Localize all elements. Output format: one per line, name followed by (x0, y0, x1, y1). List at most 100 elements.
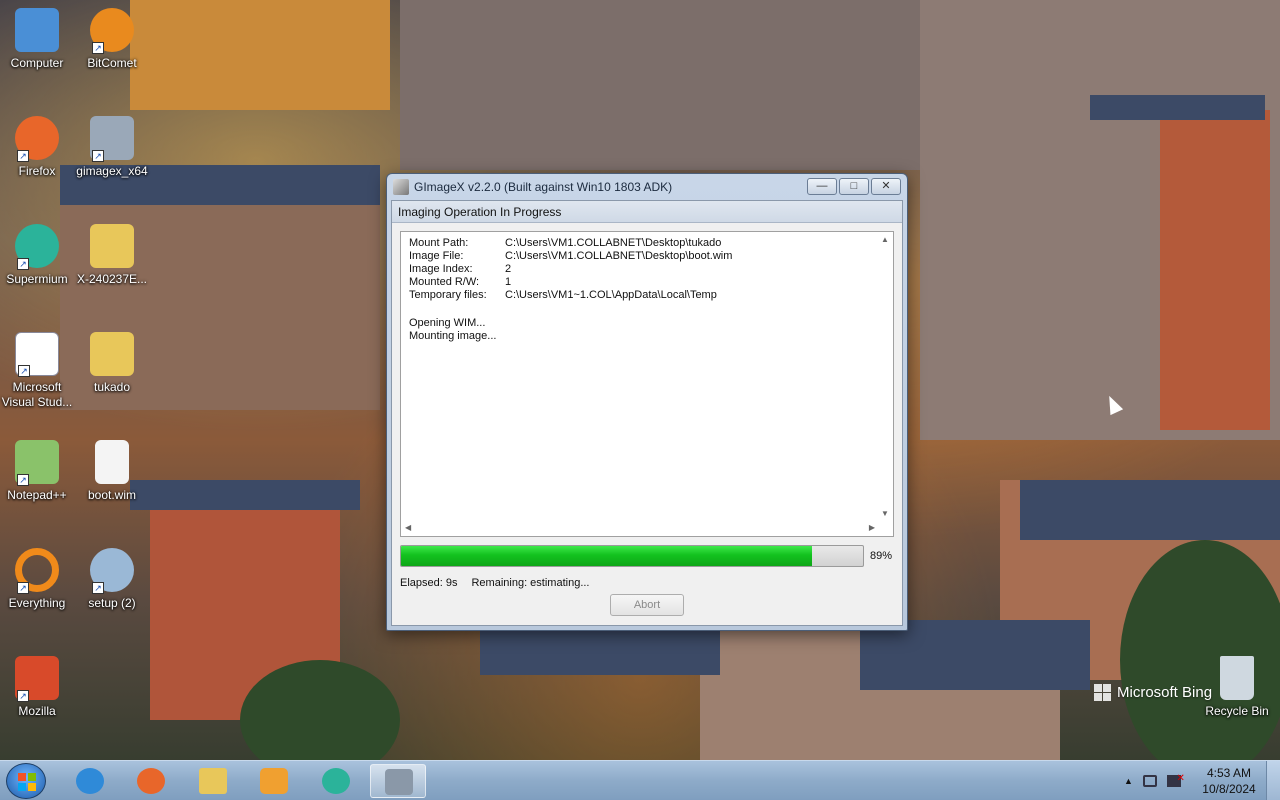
vertical-scrollbar[interactable]: ▲ ▼ (877, 232, 893, 521)
start-button[interactable] (6, 763, 46, 799)
notepadpp-icon: ↗ (15, 440, 59, 486)
desktop-icon-visual-studio[interactable]: ↗ Microsoft Visual Stud... (0, 332, 74, 410)
gimagex-icon: ↗ (90, 116, 134, 162)
scroll-right-icon[interactable]: ▶ (869, 523, 875, 532)
progress-bar (400, 545, 864, 567)
ie-icon (76, 768, 104, 794)
scroll-up-icon[interactable]: ▲ (881, 235, 889, 244)
scroll-left-icon[interactable]: ◀ (405, 523, 411, 532)
remaining-time: Remaining: estimating... (471, 577, 590, 589)
shortcut-arrow-icon: ↗ (92, 150, 104, 162)
folder-icon (90, 332, 134, 376)
desktop-icon-gimagex[interactable]: ↗ gimagex_x64 (75, 116, 149, 179)
desktop-icon-label: Recycle Bin (1205, 704, 1269, 718)
desktop-icon-folder-x240237e[interactable]: X-240237E... (75, 224, 149, 287)
clock-time: 4:53 AM (1206, 766, 1252, 780)
wallpaper-roof (1090, 95, 1265, 120)
taskbar-item-firefox[interactable] (123, 764, 179, 798)
taskbar-clock[interactable]: 4:53 AM 10/8/2024 (1196, 765, 1262, 797)
desktop-icon-computer[interactable]: Computer (0, 8, 74, 71)
log-value: C:\Users\VM1.COLLABNET\Desktop\tukado (505, 237, 722, 249)
scroll-down-icon[interactable]: ▼ (881, 509, 889, 518)
volume-muted-icon[interactable]: ✕ (1166, 773, 1185, 787)
recycle-bin-icon (1220, 656, 1254, 700)
gimagex-icon (385, 769, 413, 795)
mozilla-icon: ↗ (15, 656, 59, 702)
computer-icon (15, 8, 59, 52)
desktop-icon-label: tukado (93, 380, 131, 394)
wallpaper-building (400, 0, 920, 170)
window-title: GImageX v2.2.0 (Built against Win10 1803… (414, 180, 673, 194)
desktop-icon-bitcomet[interactable]: ↗ BitComet (75, 8, 149, 71)
supermium-icon: ↗ (15, 224, 59, 270)
folder-icon (90, 224, 134, 268)
desktop-icon-everything[interactable]: ↗ Everything (0, 548, 74, 611)
progress-percent: 89% (870, 550, 893, 562)
system-tray: ▲ ✕ (1124, 761, 1185, 800)
bing-logo-icon (1094, 684, 1111, 701)
bing-watermark: Microsoft Bing (1094, 684, 1212, 701)
everything-icon: ↗ (15, 548, 59, 594)
network-icon[interactable] (1142, 775, 1157, 787)
log-row-mounted-rw: Mounted R/W: 1 (409, 276, 732, 289)
progress-bar-fill (401, 546, 813, 566)
window-client: Imaging Operation In Progress Mount Path… (391, 200, 903, 626)
taskbar-item-supermium[interactable] (308, 764, 364, 798)
abort-button[interactable]: Abort (610, 594, 684, 616)
taskbar-item-internet-explorer[interactable] (62, 764, 118, 798)
log-details: Mount Path: C:\Users\VM1.COLLABNET\Deskt… (409, 237, 732, 302)
desktop-icon-setup[interactable]: ↗ setup (2) (75, 548, 149, 611)
desktop-icon-label: Notepad++ (7, 488, 67, 502)
operation-log[interactable]: Mount Path: C:\Users\VM1.COLLABNET\Deskt… (400, 231, 894, 537)
visual-studio-icon: ↗ (15, 332, 59, 377)
show-desktop-button[interactable] (1266, 761, 1280, 800)
log-messages: Opening WIM... Mounting image... (409, 317, 496, 343)
desktop-icon-label: gimagex_x64 (76, 164, 148, 178)
close-button[interactable]: ✕ (871, 178, 901, 195)
shortcut-arrow-icon: ↗ (17, 690, 29, 702)
log-value: C:\Users\VM1.COLLABNET\Desktop\boot.wim (505, 250, 733, 262)
desktop-icon-firefox[interactable]: ↗ Firefox (0, 116, 74, 179)
shortcut-arrow-icon: ↗ (18, 365, 30, 377)
elapsed-time: Elapsed: 9s (400, 577, 458, 589)
shortcut-arrow-icon: ↗ (92, 42, 104, 54)
time-status: Elapsed: 9s Remaining: estimating... (400, 577, 589, 589)
window-controls: — □ ✕ (807, 178, 901, 195)
desktop-icon-label: Everything (8, 596, 66, 610)
desktop-icon-mozilla[interactable]: ↗ Mozilla (0, 656, 74, 719)
log-value: 1 (505, 276, 512, 288)
clock-date: 10/8/2024 (1202, 782, 1256, 796)
log-message: Mounting image... (409, 330, 497, 342)
horizontal-scrollbar[interactable]: ◀ ▶ (401, 520, 879, 536)
desktop-icon-label: X-240237E... (76, 272, 148, 286)
desktop-icon-supermium[interactable]: ↗ Supermium (0, 224, 74, 287)
desktop-icon-label: Supermium (6, 272, 68, 286)
show-hidden-icons-button[interactable]: ▲ (1124, 776, 1133, 786)
desktop-icon-label: Computer (10, 56, 64, 70)
wallpaper-building (1160, 110, 1270, 430)
wallpaper-roof (1020, 480, 1280, 540)
operation-header: Imaging Operation In Progress (392, 201, 902, 223)
log-value: 2 (505, 263, 512, 275)
log-key: Image File: (409, 250, 464, 262)
desktop-icon-boot-wim[interactable]: boot.wim (75, 440, 149, 503)
firefox-icon (137, 768, 165, 794)
desktop-icon-folder-tukado[interactable]: tukado (75, 332, 149, 395)
taskbar-item-media-player[interactable] (246, 764, 302, 798)
bing-watermark-text: Microsoft Bing (1117, 684, 1213, 701)
log-row-mount-path: Mount Path: C:\Users\VM1.COLLABNET\Deskt… (409, 237, 732, 250)
folder-icon (199, 768, 227, 794)
gimagex-window: GImageX v2.2.0 (Built against Win10 1803… (386, 173, 908, 631)
media-player-icon (260, 768, 288, 794)
desktop-icon-label: Microsoft Visual Stud... (1, 380, 73, 409)
desktop-icon-notepadpp[interactable]: ↗ Notepad++ (0, 440, 74, 503)
minimize-button[interactable]: — (807, 178, 837, 195)
firefox-icon: ↗ (15, 116, 59, 162)
log-message: Opening WIM... (409, 317, 486, 329)
desktop-icon-label: BitComet (87, 56, 137, 70)
taskbar-item-gimagex[interactable] (370, 764, 426, 798)
maximize-button[interactable]: □ (839, 178, 869, 195)
taskbar-item-file-explorer[interactable] (185, 764, 241, 798)
wallpaper-roof (130, 480, 360, 510)
setup-icon: ↗ (90, 548, 134, 594)
